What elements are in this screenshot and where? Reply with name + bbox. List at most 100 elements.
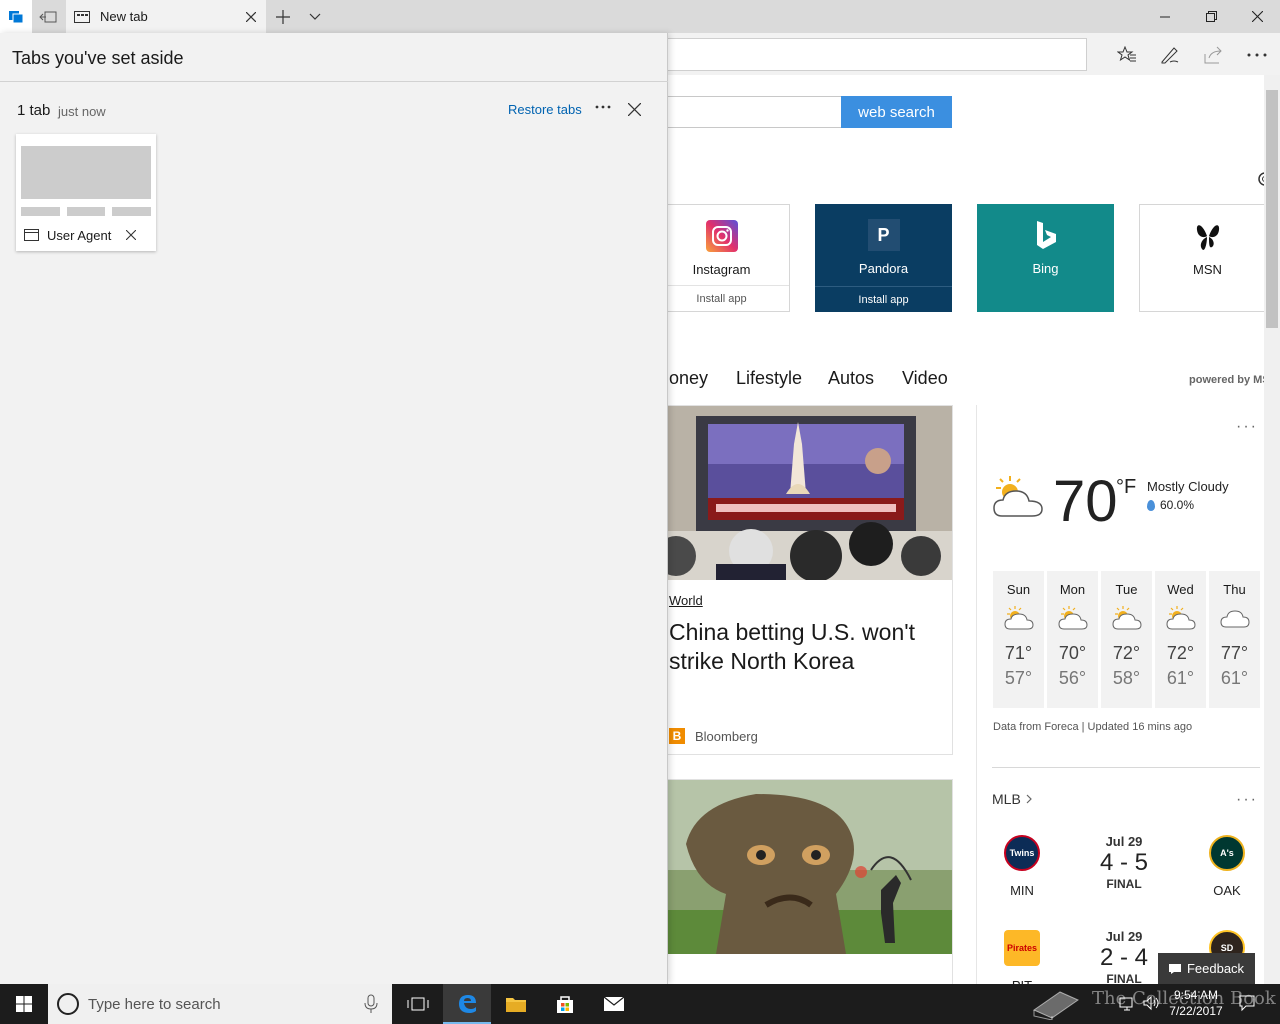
news-nav-lifestyle[interactable]: Lifestyle: [736, 368, 802, 389]
day-name: Sun: [1006, 582, 1031, 597]
web-search-input[interactable]: [660, 96, 842, 128]
news-source-name: Bloomberg: [695, 728, 758, 744]
tab-preview-chevron-icon[interactable]: [300, 0, 330, 33]
weather-footer[interactable]: Data from Foreca | Updated 16 mins ago: [993, 721, 1192, 733]
game-score[interactable]: Jul 29 2 - 4 FINAL: [1095, 929, 1153, 986]
athletics-logo-icon: A's: [1209, 835, 1245, 871]
address-bar[interactable]: [660, 38, 1087, 71]
cortana-icon[interactable]: [57, 993, 79, 1015]
mail-icon[interactable]: [590, 984, 638, 1024]
clock-date: 7/22/2017: [1169, 1004, 1223, 1018]
tile-msn[interactable]: MSN: [1139, 204, 1276, 312]
day-name: Thu: [1223, 582, 1246, 597]
taskbar-search-input[interactable]: Type here to search: [48, 984, 392, 1024]
restore-tabs-link[interactable]: Restore tabs: [508, 102, 582, 117]
pandora-icon: P: [867, 219, 900, 251]
task-view-icon[interactable]: [394, 984, 442, 1024]
file-explorer-icon[interactable]: [492, 984, 540, 1024]
news-nav-money[interactable]: oney: [669, 368, 708, 389]
volume-icon[interactable]: [1142, 994, 1162, 1014]
mlb-more-icon[interactable]: ···: [1236, 791, 1258, 809]
instagram-icon: [705, 220, 738, 252]
scrollbar-thumb[interactable]: [1266, 90, 1278, 328]
tab-preview-bar: [21, 207, 60, 216]
news-headline[interactable]: China betting U.S. won't strike North Ko…: [669, 618, 939, 676]
new-tab-button[interactable]: [268, 0, 298, 33]
msn-butterfly-icon: [1192, 220, 1224, 252]
forecast-day[interactable]: Mon 70° 56°: [1047, 571, 1098, 708]
tile-name: Instagram: [692, 262, 751, 277]
close-tab-icon[interactable]: [236, 0, 266, 33]
page-icon: [24, 229, 39, 241]
store-icon[interactable]: [541, 984, 589, 1024]
tile-pandora[interactable]: P Pandora Install app: [815, 204, 952, 312]
game-score-value: 4 - 5: [1099, 849, 1149, 876]
day-name: Wed: [1167, 582, 1194, 597]
divider: [0, 81, 668, 82]
tab-title: New tab: [100, 9, 148, 24]
news-image: [656, 406, 952, 580]
pirates-logo-icon: Pirates: [1004, 930, 1040, 966]
news-category[interactable]: World: [669, 593, 703, 608]
web-search-button[interactable]: web search: [841, 96, 952, 128]
microphone-icon[interactable]: [362, 994, 380, 1014]
network-icon[interactable]: [1118, 994, 1138, 1014]
powered-by-msn: powered by MS: [1189, 374, 1270, 386]
day-high: 70°: [1058, 643, 1087, 663]
game-score[interactable]: Jul 29 4 - 5 FINAL: [1095, 834, 1153, 891]
partly-sunny-icon: [1165, 605, 1196, 631]
day-low: 56°: [1058, 668, 1087, 688]
install-app-link[interactable]: Install app: [654, 285, 789, 311]
group-more-icon[interactable]: [590, 95, 616, 119]
forecast-day[interactable]: Sun 71° 57°: [993, 571, 1044, 708]
day-high: 71°: [1004, 643, 1033, 663]
news-source: B Bloomberg: [669, 728, 758, 744]
raindrop-icon: [1147, 499, 1155, 511]
weather-more-icon[interactable]: ···: [1236, 418, 1258, 436]
edge-icon[interactable]: [443, 984, 491, 1024]
day-high: 72°: [1112, 643, 1141, 663]
team-oak[interactable]: A's OAK: [1202, 835, 1252, 898]
forecast-day[interactable]: Tue 72° 58°: [1101, 571, 1152, 708]
favorites-icon[interactable]: [1110, 40, 1144, 70]
news-card[interactable]: [655, 779, 953, 989]
close-group-icon[interactable]: [622, 97, 646, 121]
taskbar-clock[interactable]: 9:54 AM 7/22/2017: [1166, 987, 1226, 1019]
set-tabs-aside-icon[interactable]: [32, 0, 64, 33]
minimize-button[interactable]: [1142, 0, 1188, 33]
action-center-icon[interactable]: [1238, 994, 1258, 1014]
tab-group-time: just now: [58, 104, 106, 119]
start-button[interactable]: [0, 984, 48, 1024]
panel-title: Tabs you've set aside: [12, 48, 184, 68]
tile-name: Bing: [1032, 261, 1059, 276]
news-image: [656, 780, 952, 954]
forecast-day[interactable]: Thu 77° 61°: [1209, 571, 1260, 708]
team-min[interactable]: Twins MIN: [997, 835, 1047, 898]
game-date: Jul 29: [1105, 834, 1143, 849]
web-note-icon[interactable]: [1153, 40, 1187, 70]
news-card[interactable]: World China betting U.S. won't strike No…: [655, 405, 953, 755]
temperature-unit[interactable]: °F: [1116, 476, 1136, 499]
tab-new-tab[interactable]: New tab: [66, 0, 266, 33]
more-icon[interactable]: [1240, 40, 1274, 70]
partly-sunny-icon: [1057, 605, 1088, 631]
day-name: Mon: [1059, 582, 1086, 597]
bloomberg-logo-icon: B: [669, 728, 685, 744]
tile-bing[interactable]: Bing: [977, 204, 1114, 312]
mlb-title[interactable]: MLB: [992, 791, 1033, 807]
set-aside-tab-thumbnail[interactable]: User Agent: [16, 134, 156, 251]
install-app-link[interactable]: Install app: [815, 286, 952, 312]
news-nav-autos[interactable]: Autos: [828, 368, 874, 389]
restore-button[interactable]: [1188, 0, 1234, 33]
forecast-day[interactable]: Wed 72° 61°: [1155, 571, 1206, 708]
share-icon[interactable]: [1196, 40, 1230, 70]
tile-instagram[interactable]: Instagram Install app: [653, 204, 790, 312]
game-date: Jul 29: [1105, 929, 1143, 944]
feedback-button[interactable]: Feedback: [1158, 953, 1255, 984]
remove-tab-icon[interactable]: [123, 227, 139, 243]
news-nav-video[interactable]: Video: [902, 368, 948, 389]
tab-preview-bar: [67, 207, 105, 216]
tabs-aside-icon[interactable]: [0, 0, 32, 33]
divider: [992, 767, 1260, 768]
close-window-button[interactable]: [1234, 0, 1280, 33]
